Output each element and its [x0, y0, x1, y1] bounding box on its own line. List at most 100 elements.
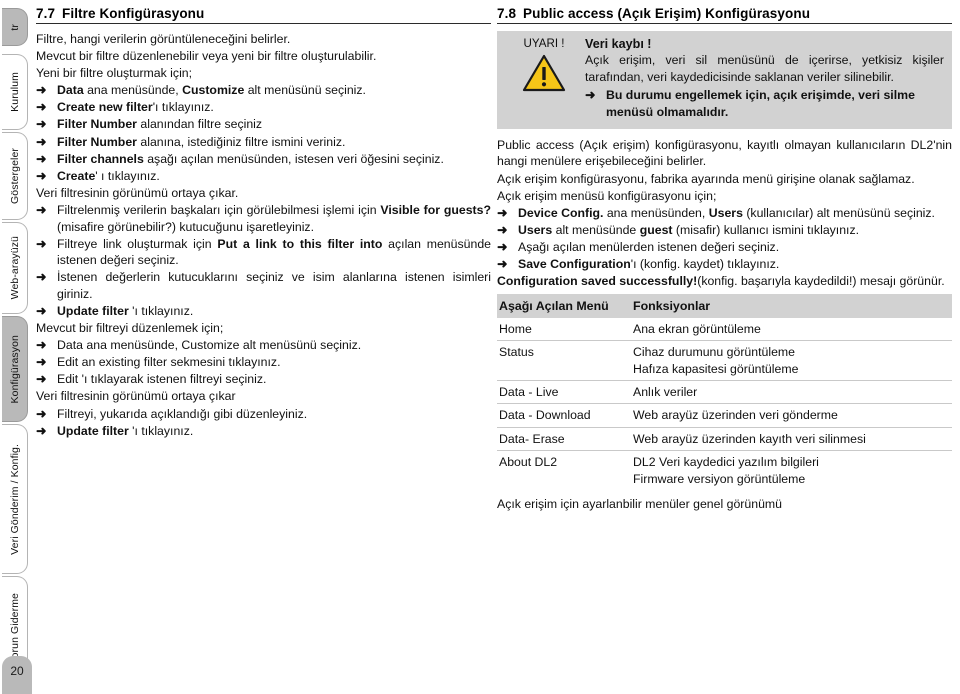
- arrow-bullet-icon: ➜: [497, 239, 508, 254]
- right-column: 7.8 Public access (Açık Erişim) Konfigüra…: [497, 6, 952, 513]
- page-number: 20: [10, 664, 24, 678]
- arrow-bullet-icon: ➜: [497, 222, 508, 237]
- arrow-bullet-icon: ➜: [36, 304, 47, 318]
- table-cell-line: Ana ekran görüntüleme: [633, 321, 761, 336]
- list-item-text: İstenen değerlerin kutucuklarını seçiniz…: [57, 270, 491, 301]
- sidebar-tab-web-arayuzu[interactable]: Web-arayüzü: [2, 222, 28, 314]
- arrow-bullet-icon: ➜: [36, 355, 47, 370]
- list-item: ➜ Filtreyi, yukarıda açıklandığı gibi dü…: [36, 406, 491, 423]
- arrow-bullet-icon: ➜: [36, 100, 47, 115]
- sidebar-tab-label: Veri Gönderim / Konfig.: [8, 443, 21, 555]
- list-item-text: Data ana menüsünde, Customize alt menüsü…: [57, 83, 366, 98]
- arrow-bullet-icon: ➜: [36, 117, 47, 132]
- list-item: ➜ Device Config. ana menüsünden, Users (…: [497, 205, 952, 222]
- left-section-heading: 7.7 Filtre Konfigürasyonu: [36, 6, 491, 21]
- left-intro-line: Filtre, hangi verilerin görüntüleneceğin…: [36, 32, 291, 46]
- list-item-text: Device Config. ana menüsünden, Users (ku…: [518, 205, 935, 220]
- table-cell-functions: DL2 Veri kaydedici yazılım bilgileri Fir…: [631, 451, 952, 490]
- table-cell-line: Cihaz durumunu görüntüleme: [633, 345, 796, 360]
- warning-icon-area: UYARI !: [505, 37, 583, 121]
- right-confirm-text: Configuration saved successfully!(konfig…: [497, 274, 945, 289]
- sidebar-tab-label: Konfigürasyon: [8, 334, 21, 404]
- warning-label: UYARI !: [523, 37, 565, 50]
- warning-body: Açık erişim, veri sil menüsünü de içerir…: [585, 53, 944, 84]
- list-item: ➜ Filter Number alanından filtre seçiniz: [36, 116, 491, 133]
- sidebar-tab-veri-gonderim-konfig[interactable]: Veri Gönderim / Konfig.: [2, 424, 28, 574]
- list-item-text: Data ana menüsünde, Customize alt menüsü…: [57, 338, 362, 353]
- table-cell-functions: Web arayüz üzerinden veri gönderme: [631, 403, 952, 428]
- list-item: ➜ Users alt menüsünde guest (misafir) ku…: [497, 222, 952, 239]
- sidebar-tab-kurulum[interactable]: Kurulum: [2, 54, 28, 130]
- arrow-bullet-icon: ➜: [36, 423, 47, 438]
- table-cell-line: Web arayüz üzerinden veri gönderme: [633, 408, 838, 423]
- table-cell-menu: About DL2: [499, 455, 558, 470]
- table-cell-line: Firmware versiyon görüntüleme: [633, 471, 806, 486]
- arrow-bullet-icon: ➜: [36, 202, 47, 217]
- right-title-rule: [497, 23, 952, 24]
- list-item-text: Create' ı tıklayınız.: [57, 168, 160, 183]
- list-item-text: Users alt menüsünde guest (misafir) kull…: [518, 222, 860, 237]
- list-item-text: Filter Number alanına, istediğiniz filtr…: [57, 134, 346, 149]
- sidebar-tab-gostergeler[interactable]: Göstergeler: [2, 132, 28, 220]
- sidebar-tab-label: Göstergeler: [8, 148, 21, 204]
- list-item: ➜ İstenen değerlerin kutucuklarını seçin…: [36, 269, 491, 302]
- left-section-number: 7.7: [36, 6, 56, 21]
- arrow-bullet-icon: ➜: [36, 236, 47, 251]
- right-paragraph: Açık erişim menüsü konfigürasyonu için;: [497, 188, 717, 203]
- right-paragraph: Public access (Açık erişim) konfigürasyo…: [497, 137, 952, 169]
- arrow-bullet-icon: ➜: [497, 205, 508, 220]
- arrow-bullet-icon: ➜: [36, 372, 47, 387]
- table-cell-line: Web arayüz üzerinden kayıth veri silinme…: [633, 431, 866, 446]
- left-edit-intro: Mevcut bir filtreyi düzenlemek için;: [36, 321, 224, 336]
- table-row: About DL2 DL2 Veri kaydedici yazılım bil…: [497, 451, 952, 490]
- list-item: ➜ Data ana menüsünde, Customize alt menü…: [36, 82, 491, 99]
- sidebar-tab-label: Sorun Giderme: [8, 592, 21, 666]
- table-cell-menu: Data- Erase: [497, 427, 631, 452]
- left-intro-line: Mevcut bir filtre düzenlenebilir veya ye…: [36, 49, 377, 64]
- sidebar-tab-label: Kurulum: [8, 72, 21, 112]
- sidebar-tab-tr[interactable]: tr: [2, 8, 28, 46]
- table-header-cell: Aşağı Açılan Menü: [497, 293, 631, 318]
- list-item: ➜ Save Configuration'ı (konfig. kaydet) …: [497, 256, 952, 273]
- warning-list-item-text: Bu durumu engellemek için, açık erişimde…: [606, 88, 915, 119]
- table-cell-menu: Data - Live: [497, 380, 631, 405]
- list-item: ➜ Filter channels aşağı açılan menüsünde…: [36, 151, 491, 168]
- list-item: ➜ Filtreye link oluşturmak için Put a li…: [36, 236, 491, 269]
- list-item-text: Edit 'ı tıklayarak istenen filtreyi seçi…: [57, 372, 267, 387]
- table-row: Status Cihaz durumunu görüntüleme Hafıza…: [497, 340, 952, 381]
- list-item: ➜ Update filter 'ı tıklayınız.: [36, 423, 491, 440]
- list-item: ➜ Filter Number alanına, istediğiniz fil…: [36, 134, 491, 151]
- functions-table: Aşağı Açılan Menü Fonksiyonlar Home Ana …: [497, 293, 952, 490]
- warning-text-area: Veri kaybı ! Açık erişim, veri sil menüs…: [583, 37, 944, 121]
- list-item: ➜ Filtrelenmiş verilerin başkaları için …: [36, 202, 491, 235]
- list-item: ➜ Create new filter'ı tıklayınız.: [36, 99, 491, 116]
- arrow-bullet-icon: ➜: [36, 338, 47, 353]
- list-item-text: Filter Number alanından filtre seçiniz: [57, 117, 263, 132]
- list-item: ➜ Create' ı tıklayınız.: [36, 168, 491, 185]
- arrow-bullet-icon: ➜: [36, 270, 47, 285]
- table-row: Data - Download Web arayüz üzerinden ver…: [497, 403, 952, 428]
- table-cell-line: DL2 Veri kaydedici yazılım bilgileri: [633, 455, 819, 470]
- right-section-title: Public access (Açık Erişim) Konfigürasyo…: [523, 6, 811, 21]
- left-title-rule: [36, 23, 491, 24]
- left-section-title: Filtre Konfigürasyonu: [62, 6, 205, 21]
- list-item-text: Create new filter'ı tıklayınız.: [57, 100, 214, 115]
- table-cell-line: Hafıza kapasitesi görüntüleme: [633, 361, 799, 376]
- right-section-heading: 7.8 Public access (Açık Erişim) Konfigüra…: [497, 6, 952, 21]
- arrow-bullet-icon: ➜: [36, 151, 47, 166]
- list-item: ➜ Aşağı açılan menülerden istenen değeri…: [497, 239, 952, 256]
- table-cell-functions: Anlık veriler: [631, 380, 952, 405]
- table-header-row: Aşağı Açılan Menü Fonksiyonlar: [497, 293, 952, 318]
- page-content: 7.7 Filtre Konfigürasyonu Filtre, hangi v…: [36, 0, 960, 694]
- table-cell-line: Anlık veriler: [633, 384, 698, 399]
- sidebar-tab-strip: tr Kurulum Göstergeler Web-arayüzü Konfi…: [0, 0, 30, 694]
- table-row: Data - Live Anlık veriler: [497, 380, 952, 405]
- list-item: ➜ Edit an existing filter sekmesini tıkl…: [36, 354, 491, 371]
- list-item-text: Update filter 'ı tıklayınız.: [57, 423, 194, 438]
- right-section-number: 7.8: [497, 6, 517, 21]
- list-item: ➜ Data ana menüsünde, Customize alt menü…: [36, 337, 491, 354]
- arrow-bullet-icon: ➜: [36, 406, 47, 421]
- table-cell-menu: Data - Download: [497, 403, 631, 428]
- sidebar-tab-konfigurasyon[interactable]: Konfigürasyon: [2, 316, 28, 422]
- table-caption: Açık erişim için ayarlanbilir menüler ge…: [497, 496, 783, 511]
